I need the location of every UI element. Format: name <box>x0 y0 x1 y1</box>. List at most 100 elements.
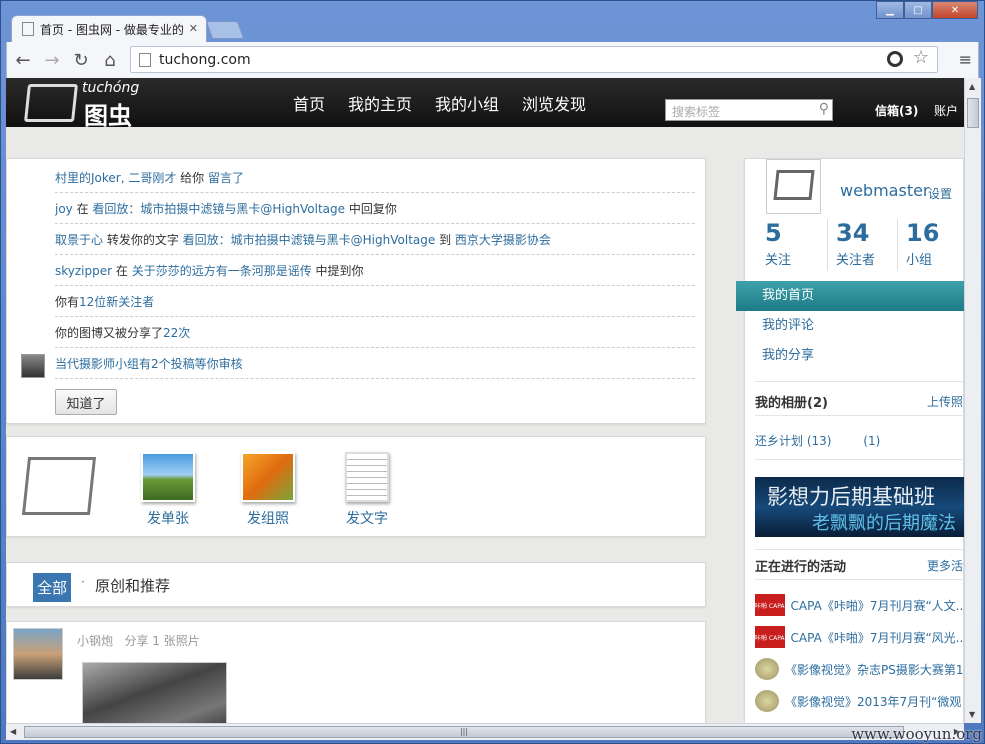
back-icon[interactable]: ← <box>10 47 36 73</box>
landscape-photo-icon <box>141 452 195 502</box>
nav-home[interactable]: 首页 <box>293 91 325 115</box>
bookmark-star-icon[interactable]: ☆ <box>913 47 929 68</box>
share-count-link[interactable]: 22次 <box>163 326 190 340</box>
browser-tab[interactable]: 首页 - 图虫网 - 做最专业的 ✕ <box>11 15 207 42</box>
notif-target-link[interactable]: 关于莎莎的远方有一条河那是谣传 <box>132 264 312 278</box>
notification-item: joy 在 看回放：城市拍摄中滤镜与黑卡@HighVoltage 中回复你 <box>55 194 695 224</box>
scroll-up-icon[interactable]: ▲ <box>969 82 975 91</box>
tuchong-frame-icon <box>21 457 97 515</box>
home-icon[interactable]: ⌂ <box>97 47 123 73</box>
activity-link[interactable]: CAPA《咔啪》7月刊月赛“风光... <box>791 629 964 646</box>
feed-photo[interactable] <box>82 662 227 723</box>
search-icon[interactable]: ⚲ <box>819 101 829 117</box>
album-link[interactable]: 还乡计划 (13) <box>755 434 831 448</box>
scroll-left-icon[interactable]: ◀ <box>10 727 16 736</box>
notif-text: 中提到你 <box>311 264 364 278</box>
sidebar-item-home[interactable]: 我的首页 <box>736 281 964 311</box>
avatar[interactable] <box>21 354 45 378</box>
publish-single-button[interactable]: 发单张 <box>133 452 203 528</box>
activity-link[interactable]: 《影像视觉》杂志PS摄影大赛第1... <box>785 661 964 678</box>
stat-label: 关注者 <box>836 253 876 268</box>
nav-my-groups[interactable]: 我的小组 <box>435 91 499 115</box>
profile-username[interactable]: webmaster <box>840 181 930 200</box>
notif-user-link[interactable]: skyzipper <box>55 264 112 278</box>
forward-icon[interactable]: → <box>39 47 65 73</box>
address-bar[interactable]: tuchong.com ☆ <box>130 46 938 73</box>
activity-item[interactable]: 《影像视觉》2013年7月刊“微观 <box>755 689 964 713</box>
notif-text: 到 <box>435 233 455 247</box>
feed-item: 小钢炮 分享 1 张照片 <box>6 621 706 723</box>
albums-title: 我的相册(2) <box>755 396 828 411</box>
notif-user-link[interactable]: 取景于心 <box>55 233 103 247</box>
logo-frame-icon[interactable] <box>24 84 78 122</box>
notif-target-link[interactable]: 看回放：城市拍摄中滤镜与黑卡@HighVoltage <box>92 202 345 216</box>
scrollbar-thumb[interactable] <box>967 98 979 128</box>
scroll-down-icon[interactable]: ▼ <box>969 710 975 719</box>
stat-followers[interactable]: 34 关注者 <box>827 219 897 271</box>
banner-subtitle: 老飘飘的后期魔法 <box>812 513 956 534</box>
feed-filter: 全部 · 原创和推荐 <box>6 562 706 607</box>
avatar[interactable] <box>766 159 821 214</box>
stat-number: 5 <box>765 219 782 247</box>
minimize-button[interactable]: ▁ <box>876 1 904 19</box>
scrollbar-thumb[interactable]: ||| <box>24 726 904 738</box>
sidebar-item-comments[interactable]: 我的评论 <box>736 311 964 341</box>
feed-username[interactable]: 小钢炮 <box>77 634 113 648</box>
dismiss-button[interactable]: 知道了 <box>55 389 117 415</box>
new-tab-button[interactable] <box>205 21 245 39</box>
more-activities-link[interactable]: 更多活 <box>927 557 963 574</box>
settings-link[interactable]: 设置 <box>928 185 952 202</box>
filter-original-tab[interactable]: 原创和推荐 <box>95 575 170 596</box>
upload-link[interactable]: 上传照 <box>927 393 963 410</box>
divider <box>755 459 964 460</box>
stat-label: 小组 <box>906 253 933 268</box>
tab-close-icon[interactable]: ✕ <box>189 22 198 35</box>
notif-text: 给你 <box>176 171 208 185</box>
notif-text: 你有 <box>55 295 80 309</box>
notif-text: 在 <box>112 264 132 278</box>
activity-item[interactable]: 咔啪 CAPA CAPA《咔啪》7月刊月赛“风光... <box>755 625 964 649</box>
nav-browse[interactable]: 浏览发现 <box>522 91 586 115</box>
sidebar: webmaster 设置 5 关注 34 关注者 16 小组 我的首页 我的评论… <box>736 158 964 723</box>
vertical-scrollbar[interactable]: ▲ ▼ <box>964 78 981 723</box>
course-banner[interactable]: 影想力后期基础班 老飘飘的后期魔法 <box>755 477 964 537</box>
notif-user-link[interactable]: joy <box>55 202 73 216</box>
notification-item: 你的图博又被分享了22次 <box>55 318 695 348</box>
notif-target-link[interactable]: 留言了 <box>208 171 244 185</box>
capa-logo-icon: 咔啪 CAPA <box>755 594 785 616</box>
activity-item[interactable]: 咔啪 CAPA CAPA《咔啪》7月刊月赛“人文... <box>755 593 964 617</box>
nav-my-page[interactable]: 我的主页 <box>348 91 412 115</box>
album-link[interactable]: (1) <box>863 434 880 448</box>
notif-target-link[interactable]: 看回放：城市拍摄中滤镜与黑卡@HighVoltage <box>183 233 436 247</box>
notification-panel: 村里的Joker, 二哥刚才 给你 留言了 joy 在 看回放：城市拍摄中滤镜与… <box>6 158 706 424</box>
horizontal-scrollbar[interactable]: ◀ ||| ▶ <box>6 723 964 740</box>
close-window-button[interactable]: ✕ <box>932 1 978 19</box>
activity-item[interactable]: 《影像视觉》杂志PS摄影大赛第1... <box>755 657 964 681</box>
new-followers-link[interactable]: 12位新关注者 <box>79 295 154 309</box>
sidebar-item-shares[interactable]: 我的分享 <box>736 341 964 371</box>
notif-group-link[interactable]: 西京大学摄影协会 <box>455 233 551 247</box>
notif-user-link[interactable]: 村里的Joker, 二哥刚才 <box>55 171 176 185</box>
feed-action: 分享 1 张照片 <box>124 634 200 648</box>
reload-icon[interactable]: ↻ <box>68 47 94 73</box>
activity-link[interactable]: 《影像视觉》2013年7月刊“微观 <box>785 693 961 710</box>
stat-following[interactable]: 5 关注 <box>765 219 835 271</box>
publish-group-button[interactable]: 发组照 <box>233 452 303 528</box>
publish-text-button[interactable]: 发文字 <box>332 452 402 528</box>
document-icon <box>345 452 389 502</box>
menu-icon[interactable]: ≡ <box>959 50 972 69</box>
group-review-link[interactable]: 当代摄影师小组有2个投稿等你审核 <box>55 357 243 371</box>
mailbox-link[interactable]: 信箱(3) <box>875 102 918 119</box>
logo-text[interactable]: 图虫 <box>84 96 132 131</box>
avatar[interactable] <box>13 628 63 680</box>
account-link[interactable]: 账户 <box>934 102 958 119</box>
activity-link[interactable]: CAPA《咔啪》7月刊月赛“人文... <box>791 597 964 614</box>
filter-all-tab[interactable]: 全部 <box>33 573 72 602</box>
divider <box>755 415 964 416</box>
stat-groups[interactable]: 16 小组 <box>897 219 964 271</box>
google-icon[interactable] <box>887 51 903 67</box>
divider <box>755 381 964 382</box>
tag-search-input[interactable]: 搜索标签 ⚲ <box>665 99 833 121</box>
notification-item: 你有12位新关注者 <box>55 287 695 317</box>
maximize-button[interactable]: □ <box>904 1 932 19</box>
